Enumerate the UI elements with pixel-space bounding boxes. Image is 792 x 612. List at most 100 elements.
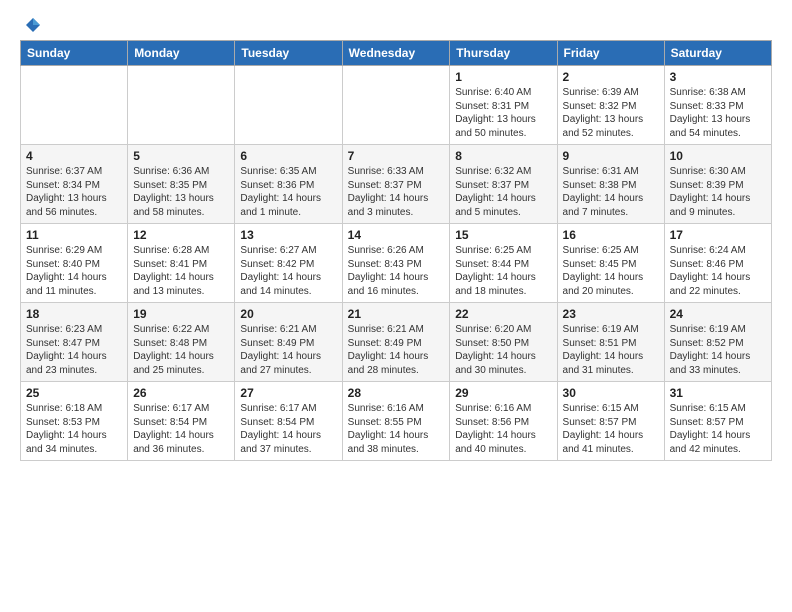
- calendar-cell: 1Sunrise: 6:40 AM Sunset: 8:31 PM Daylig…: [450, 66, 557, 145]
- day-number: 17: [670, 228, 766, 242]
- day-number: 26: [133, 386, 229, 400]
- day-number: 1: [455, 70, 551, 84]
- calendar-cell: 29 Sunrise: 6:16 AM Sunset: 8:56 PM Dayli…: [450, 382, 557, 461]
- day-info: Sunrise: 6:17 AM Sunset: 8:54 PM Dayligh…: [240, 402, 336, 456]
- day-info: Sunrise: 6:36 AM Sunset: 8:35 PM Dayligh…: [133, 165, 229, 219]
- day-info: Sunrise: 6:22 AM Sunset: 8:48 PM Dayligh…: [133, 323, 229, 377]
- day-info: Sunrise: 6:15 AM Sunset: 8:57 PM Dayligh…: [563, 402, 659, 456]
- day-of-week-header: Sunday: [21, 41, 128, 66]
- calendar-cell: 2 Sunrise: 6:39 AM Sunset: 8:32 PM Daylig…: [557, 66, 664, 145]
- calendar-cell: 8 Sunrise: 6:32 AM Sunset: 8:37 PM Daylig…: [450, 145, 557, 224]
- calendar-cell: 25 Sunrise: 6:18 AM Sunset: 8:53 PM Dayli…: [21, 382, 128, 461]
- calendar-cell: 30 Sunrise: 6:15 AM Sunset: 8:57 PM Dayli…: [557, 382, 664, 461]
- calendar-week-row: 11 Sunrise: 6:29 AM Sunset: 8:40 PM Dayli…: [21, 224, 772, 303]
- day-number: 30: [563, 386, 659, 400]
- day-info: Sunrise: 6:29 AM Sunset: 8:40 PM Dayligh…: [26, 244, 122, 298]
- day-info: Sunrise: 6:15 AM Sunset: 8:57 PM Dayligh…: [670, 402, 766, 456]
- logo-icon: [24, 16, 42, 34]
- day-of-week-header: Friday: [557, 41, 664, 66]
- day-number: 12: [133, 228, 229, 242]
- day-of-week-header: Thursday: [450, 41, 557, 66]
- day-number: 18: [26, 307, 122, 321]
- day-number: 23: [563, 307, 659, 321]
- calendar-week-row: 4 Sunrise: 6:37 AM Sunset: 8:34 PM Daylig…: [21, 145, 772, 224]
- day-number: 2: [563, 70, 659, 84]
- calendar-cell: 9Sunrise: 6:31 AM Sunset: 8:38 PM Daylig…: [557, 145, 664, 224]
- calendar-cell: 26 Sunrise: 6:17 AM Sunset: 8:54 PM Dayli…: [128, 382, 235, 461]
- day-of-week-header: Saturday: [664, 41, 771, 66]
- day-info: Sunrise: 6:16 AM Sunset: 8:55 PM Dayligh…: [348, 402, 445, 456]
- day-number: 22: [455, 307, 551, 321]
- day-info: Sunrise: 6:19 AM Sunset: 8:52 PM Dayligh…: [670, 323, 766, 377]
- calendar-header-row: SundayMondayTuesdayWednesdayThursdayFrid…: [21, 41, 772, 66]
- day-info: Sunrise: 6:16 AM Sunset: 8:56 PM Dayligh…: [455, 402, 551, 456]
- day-info: Sunrise: 6:25 AM Sunset: 8:45 PM Dayligh…: [563, 244, 659, 298]
- day-info: Sunrise: 6:31 AM Sunset: 8:38 PM Dayligh…: [563, 165, 659, 219]
- calendar-cell: 19 Sunrise: 6:22 AM Sunset: 8:48 PM Dayli…: [128, 303, 235, 382]
- day-number: 11: [26, 228, 122, 242]
- day-info: Sunrise: 6:38 AM Sunset: 8:33 PM Dayligh…: [670, 86, 766, 140]
- day-info: Sunrise: 6:27 AM Sunset: 8:42 PM Dayligh…: [240, 244, 336, 298]
- calendar-cell: 31 Sunrise: 6:15 AM Sunset: 8:57 PM Dayli…: [664, 382, 771, 461]
- calendar-week-row: 18 Sunrise: 6:23 AM Sunset: 8:47 PM Dayli…: [21, 303, 772, 382]
- day-number: 13: [240, 228, 336, 242]
- day-number: 6: [240, 149, 336, 163]
- day-info: Sunrise: 6:23 AM Sunset: 8:47 PM Dayligh…: [26, 323, 122, 377]
- day-info: Sunrise: 6:28 AM Sunset: 8:41 PM Dayligh…: [133, 244, 229, 298]
- day-number: 29: [455, 386, 551, 400]
- calendar-week-row: 25 Sunrise: 6:18 AM Sunset: 8:53 PM Dayli…: [21, 382, 772, 461]
- day-number: 16: [563, 228, 659, 242]
- day-number: 4: [26, 149, 122, 163]
- day-number: 14: [348, 228, 445, 242]
- day-number: 31: [670, 386, 766, 400]
- day-number: 25: [26, 386, 122, 400]
- day-info: Sunrise: 6:37 AM Sunset: 8:34 PM Dayligh…: [26, 165, 122, 219]
- day-info: Sunrise: 6:17 AM Sunset: 8:54 PM Dayligh…: [133, 402, 229, 456]
- calendar-cell: 5 Sunrise: 6:36 AM Sunset: 8:35 PM Daylig…: [128, 145, 235, 224]
- day-info: Sunrise: 6:18 AM Sunset: 8:53 PM Dayligh…: [26, 402, 122, 456]
- day-of-week-header: Tuesday: [235, 41, 342, 66]
- day-info: Sunrise: 6:24 AM Sunset: 8:46 PM Dayligh…: [670, 244, 766, 298]
- day-number: 15: [455, 228, 551, 242]
- calendar-table: SundayMondayTuesdayWednesdayThursdayFrid…: [20, 40, 772, 461]
- calendar-week-row: 1Sunrise: 6:40 AM Sunset: 8:31 PM Daylig…: [21, 66, 772, 145]
- calendar-cell: 28 Sunrise: 6:16 AM Sunset: 8:55 PM Dayli…: [342, 382, 450, 461]
- calendar-cell: [128, 66, 235, 145]
- day-info: Sunrise: 6:32 AM Sunset: 8:37 PM Dayligh…: [455, 165, 551, 219]
- day-of-week-header: Wednesday: [342, 41, 450, 66]
- calendar-cell: 18 Sunrise: 6:23 AM Sunset: 8:47 PM Dayli…: [21, 303, 128, 382]
- day-info: Sunrise: 6:35 AM Sunset: 8:36 PM Dayligh…: [240, 165, 336, 219]
- day-info: Sunrise: 6:39 AM Sunset: 8:32 PM Dayligh…: [563, 86, 659, 140]
- calendar-cell: 10Sunrise: 6:30 AM Sunset: 8:39 PM Dayli…: [664, 145, 771, 224]
- calendar-cell: [21, 66, 128, 145]
- calendar-cell: 13 Sunrise: 6:27 AM Sunset: 8:42 PM Dayli…: [235, 224, 342, 303]
- calendar-cell: 20Sunrise: 6:21 AM Sunset: 8:49 PM Dayli…: [235, 303, 342, 382]
- day-number: 28: [348, 386, 445, 400]
- calendar-cell: 3Sunrise: 6:38 AM Sunset: 8:33 PM Daylig…: [664, 66, 771, 145]
- calendar-cell: 15Sunrise: 6:25 AM Sunset: 8:44 PM Dayli…: [450, 224, 557, 303]
- day-number: 21: [348, 307, 445, 321]
- calendar-cell: 27 Sunrise: 6:17 AM Sunset: 8:54 PM Dayli…: [235, 382, 342, 461]
- day-number: 24: [670, 307, 766, 321]
- day-number: 19: [133, 307, 229, 321]
- calendar-cell: 4 Sunrise: 6:37 AM Sunset: 8:34 PM Daylig…: [21, 145, 128, 224]
- day-info: Sunrise: 6:20 AM Sunset: 8:50 PM Dayligh…: [455, 323, 551, 377]
- day-info: Sunrise: 6:26 AM Sunset: 8:43 PM Dayligh…: [348, 244, 445, 298]
- calendar-cell: 6 Sunrise: 6:35 AM Sunset: 8:36 PM Daylig…: [235, 145, 342, 224]
- logo: [20, 16, 42, 30]
- calendar-cell: 22 Sunrise: 6:20 AM Sunset: 8:50 PM Dayli…: [450, 303, 557, 382]
- calendar-cell: 23 Sunrise: 6:19 AM Sunset: 8:51 PM Dayli…: [557, 303, 664, 382]
- header: [20, 16, 772, 30]
- calendar-cell: 17 Sunrise: 6:24 AM Sunset: 8:46 PM Dayli…: [664, 224, 771, 303]
- calendar-cell: 7Sunrise: 6:33 AM Sunset: 8:37 PM Daylig…: [342, 145, 450, 224]
- day-number: 5: [133, 149, 229, 163]
- calendar-cell: 14 Sunrise: 6:26 AM Sunset: 8:43 PM Dayli…: [342, 224, 450, 303]
- day-info: Sunrise: 6:30 AM Sunset: 8:39 PM Dayligh…: [670, 165, 766, 219]
- day-number: 27: [240, 386, 336, 400]
- day-number: 8: [455, 149, 551, 163]
- day-info: Sunrise: 6:19 AM Sunset: 8:51 PM Dayligh…: [563, 323, 659, 377]
- calendar-cell: 12 Sunrise: 6:28 AM Sunset: 8:41 PM Dayli…: [128, 224, 235, 303]
- day-number: 20: [240, 307, 336, 321]
- calendar-cell: 24 Sunrise: 6:19 AM Sunset: 8:52 PM Dayli…: [664, 303, 771, 382]
- calendar-cell: [235, 66, 342, 145]
